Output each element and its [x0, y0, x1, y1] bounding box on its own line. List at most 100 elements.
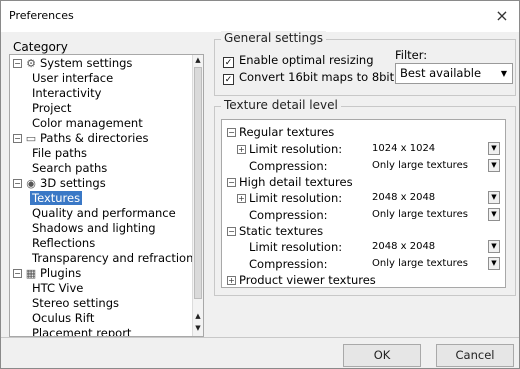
scroll-down-icon[interactable]: ▼: [193, 323, 203, 334]
texture-detail-title: Texture detail level: [221, 98, 341, 112]
texture-detail-group: Texture detail level − Regular textures +…: [214, 98, 516, 296]
high-detail-textures-label: High detail textures: [239, 175, 353, 189]
sidebar-item-project[interactable]: Project: [32, 101, 71, 116]
scrollbar-thumb[interactable]: [194, 67, 202, 299]
sidebar-item-label: System settings: [40, 56, 133, 70]
expand-icon[interactable]: +: [237, 145, 246, 154]
collapse-icon[interactable]: −: [227, 227, 236, 236]
ok-button[interactable]: OK: [343, 344, 421, 367]
collapse-icon[interactable]: −: [13, 179, 22, 188]
static-limit-row: Limit resolution: 2048 x 2048 ▼: [224, 239, 506, 255]
dropdown-arrow-icon[interactable]: ▼: [488, 142, 500, 155]
sidebar-item-user-interface[interactable]: User interface: [32, 71, 113, 86]
sidebar-item-label: Oculus Rift: [32, 311, 95, 325]
convert-16bit-label: Convert 16bit maps to 8bit: [239, 70, 395, 84]
cancel-button[interactable]: Cancel: [436, 344, 514, 367]
limit-resolution-label: Limit resolution:: [249, 142, 343, 156]
dropdown-arrow-icon[interactable]: ▼: [488, 191, 500, 204]
static-compression-value[interactable]: Only large textures: [372, 256, 468, 272]
static-textures-label: Static textures: [239, 224, 324, 238]
high-limit-row: + Limit resolution: 2048 x 2048 ▼: [224, 190, 506, 206]
close-icon[interactable]: ×: [491, 5, 513, 27]
category-scrollbar[interactable]: ▲ ▲ ▼: [192, 55, 203, 336]
chevron-down-icon: ▼: [500, 69, 507, 78]
sidebar-item-label: Placement report: [32, 326, 132, 336]
convert-16bit-checkbox[interactable]: ✓ Convert 16bit maps to 8bit: [223, 70, 395, 85]
regular-compression-row: Compression: Only large textures ▼: [224, 158, 506, 174]
enable-optimal-resizing-checkbox[interactable]: ✓ Enable optimal resizing: [223, 53, 374, 68]
collapse-icon[interactable]: −: [227, 178, 236, 187]
high-compression-value[interactable]: Only large textures: [372, 207, 468, 223]
sidebar-item-stereo-settings[interactable]: Stereo settings: [32, 296, 119, 311]
sidebar-item-label: User interface: [32, 71, 114, 85]
expand-icon[interactable]: +: [227, 276, 236, 285]
sidebar-item-interactivity[interactable]: Interactivity: [32, 86, 101, 101]
window-title: Preferences: [9, 9, 74, 22]
sidebar-item-label: Reflections: [32, 236, 96, 250]
general-settings-group: General settings ✓ Enable optimal resizin…: [214, 31, 516, 96]
filter-label: Filter:: [395, 48, 428, 62]
sidebar-item-file-paths[interactable]: File paths: [32, 146, 87, 161]
category-header: Category: [13, 40, 68, 54]
collapse-icon[interactable]: −: [13, 59, 22, 68]
sidebar-item-paths-directories[interactable]: − ▭ Paths & directories: [10, 131, 148, 146]
static-limit-value[interactable]: 2048 x 2048: [372, 239, 435, 255]
static-compression-row: Compression: Only large textures ▼: [224, 256, 506, 272]
preferences-window: Preferences × Category − ⚙ System settings…: [0, 0, 520, 369]
regular-limit-value[interactable]: 1024 x 1024: [372, 141, 435, 157]
compression-label: Compression:: [249, 159, 328, 173]
scroll-up-icon[interactable]: ▲: [193, 55, 203, 66]
dropdown-arrow-icon[interactable]: ▼: [488, 240, 500, 253]
high-limit-value[interactable]: 2048 x 2048: [372, 190, 435, 206]
compression-label: Compression:: [249, 257, 328, 271]
dropdown-arrow-icon[interactable]: ▼: [488, 208, 500, 221]
sidebar-item-system-settings[interactable]: − ⚙ System settings: [10, 56, 132, 71]
sidebar-item-label: Paths & directories: [40, 131, 149, 145]
category-tree: − ⚙ System settings User interface Interacti…: [10, 55, 194, 336]
collapse-icon[interactable]: −: [13, 134, 22, 143]
checkbox-check-icon[interactable]: ✓: [223, 57, 234, 68]
filter-select[interactable]: Best available ▼: [395, 63, 513, 84]
sidebar-item-label: Textures: [30, 191, 83, 205]
sidebar-item-shadows-and-lighting[interactable]: Shadows and lighting: [32, 221, 156, 236]
collapse-icon[interactable]: −: [13, 269, 22, 278]
filter-select-value: Best available: [400, 66, 482, 80]
regular-compression-value[interactable]: Only large textures: [372, 158, 468, 174]
sidebar-item-textures[interactable]: Textures: [30, 191, 83, 206]
sidebar-item-oculus-rift[interactable]: Oculus Rift: [32, 311, 94, 326]
product-viewer-textures-label: Product viewer textures: [239, 273, 376, 287]
sidebar-item-label: File paths: [32, 146, 88, 160]
sidebar-item-placement-report[interactable]: Placement report: [32, 326, 131, 336]
sidebar-item-transparency-and-refraction[interactable]: Transparency and refraction: [32, 251, 193, 266]
general-settings-title: General settings: [221, 31, 326, 45]
enable-optimal-resizing-label: Enable optimal resizing: [239, 53, 374, 67]
sidebar-item-label: Plugins: [40, 266, 82, 280]
folder-icon: ▭: [25, 132, 37, 145]
regular-textures-label: Regular textures: [239, 125, 335, 139]
texture-detail-tree: − Regular textures + Limit resolution: 102…: [221, 119, 506, 288]
sidebar-item-htc-vive[interactable]: HTC Vive: [32, 281, 83, 296]
sidebar-item-color-management[interactable]: Color management: [32, 116, 143, 131]
sidebar-item-label: Shadows and lighting: [32, 221, 156, 235]
scroll-up-icon[interactable]: ▲: [193, 311, 203, 322]
checkbox-check-icon[interactable]: ✓: [223, 74, 234, 85]
category-tree-panel: − ⚙ System settings User interface Interacti…: [9, 54, 204, 337]
high-compression-row: Compression: Only large textures ▼: [224, 207, 506, 223]
sidebar-item-plugins[interactable]: − ▦ Plugins: [10, 266, 81, 281]
sidebar-item-label: Quality and performance: [32, 206, 176, 220]
dropdown-arrow-icon[interactable]: ▼: [488, 257, 500, 270]
sidebar-item-label: Transparency and refraction: [32, 251, 194, 265]
sidebar-item-label: Project: [32, 101, 72, 115]
sidebar-item-reflections[interactable]: Reflections: [32, 236, 95, 251]
sidebar-item-3d-settings[interactable]: − ◉ 3D settings: [10, 176, 106, 191]
sidebar-item-quality-and-performance[interactable]: Quality and performance: [32, 206, 176, 221]
collapse-icon[interactable]: −: [227, 128, 236, 137]
cube-icon: ◉: [26, 177, 36, 190]
expand-icon[interactable]: +: [237, 194, 246, 203]
sidebar-item-search-paths[interactable]: Search paths: [32, 161, 107, 176]
limit-resolution-label: Limit resolution:: [249, 240, 343, 254]
dropdown-arrow-icon[interactable]: ▼: [488, 159, 500, 172]
gear-icon: ⚙: [26, 57, 36, 70]
plugin-icon: ▦: [25, 267, 37, 280]
limit-resolution-label: Limit resolution:: [249, 191, 343, 205]
